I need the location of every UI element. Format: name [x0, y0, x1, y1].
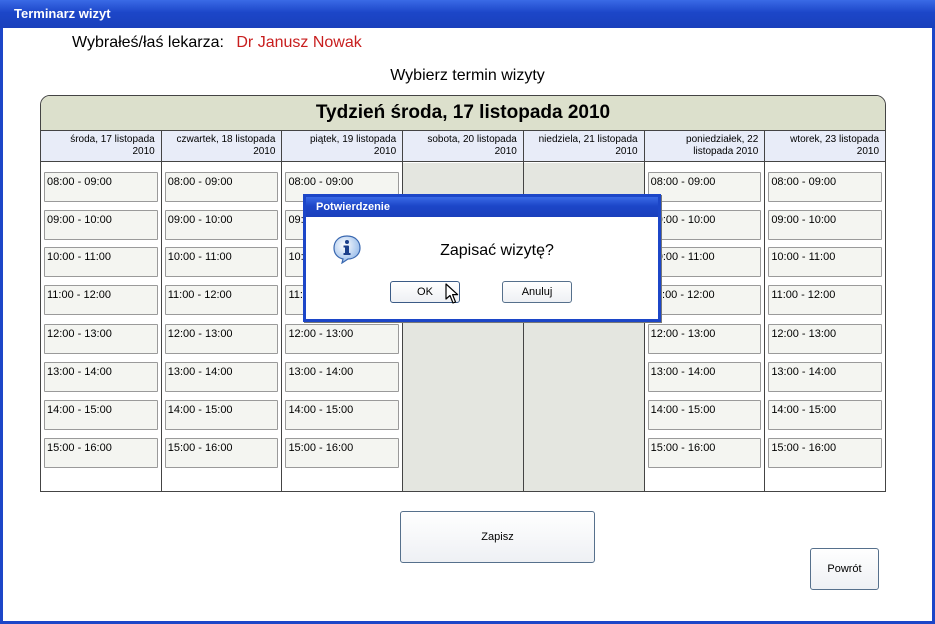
time-slot[interactable]: 13:00 - 14:00: [164, 362, 279, 392]
doctor-name: Dr Janusz Nowak: [236, 34, 362, 51]
time-slot[interactable]: 13:00 - 14:00: [44, 362, 158, 392]
time-slot[interactable]: 08:00 - 09:00: [44, 172, 158, 202]
time-slot[interactable]: 15:00 - 16:00: [768, 438, 883, 468]
day-body: 08:00 - 09:00 09:00 - 10:00 10:00 - 11:00 1…: [41, 163, 161, 491]
day-header: środa, 17 listopada 2010: [41, 131, 161, 162]
day-column: wtorek, 23 listopada 2010 08:00 - 09:00 09…: [765, 131, 885, 491]
time-slot[interactable]: 13:00 - 14:00: [285, 362, 400, 392]
dialog-message: Zapisać wizytę?: [440, 242, 554, 259]
day-header: wtorek, 23 listopada 2010: [765, 131, 885, 162]
time-slot[interactable]: 12:00 - 13:00: [647, 324, 762, 354]
time-slot[interactable]: 11:00 - 12:00: [768, 285, 883, 315]
dialog-title: Potwierdzenie: [306, 197, 658, 217]
time-slot[interactable]: 14:00 - 15:00: [44, 400, 158, 430]
day-header: piątek, 19 listopada 2010: [282, 131, 403, 162]
save-button[interactable]: Zapisz: [400, 511, 595, 563]
week-title: Tydzień środa, 17 listopada 2010: [41, 96, 885, 131]
time-slot[interactable]: 11:00 - 12:00: [44, 285, 158, 315]
time-slot[interactable]: 15:00 - 16:00: [647, 438, 762, 468]
cancel-button[interactable]: Anuluj: [502, 281, 572, 303]
day-header: czwartek, 18 listopada 2010: [161, 131, 282, 162]
day-body: 08:00 - 09:00 09:00 - 10:00 10:00 - 11:00 1…: [162, 163, 282, 491]
doctor-line: Wybrałeś/łaś lekarza: Dr Janusz Nowak: [72, 34, 362, 52]
mouse-cursor-icon: [445, 283, 459, 304]
time-slot[interactable]: 10:00 - 11:00: [647, 247, 762, 277]
time-slot[interactable]: 12:00 - 13:00: [768, 324, 883, 354]
time-slot[interactable]: 09:00 - 10:00: [768, 210, 883, 240]
time-slot[interactable]: 14:00 - 15:00: [768, 400, 883, 430]
time-slot[interactable]: 12:00 - 13:00: [164, 324, 279, 354]
time-slot[interactable]: 14:00 - 15:00: [285, 400, 400, 430]
time-slot[interactable]: 14:00 - 15:00: [647, 400, 762, 430]
time-slot[interactable]: 12:00 - 13:00: [285, 324, 400, 354]
time-slot[interactable]: 13:00 - 14:00: [768, 362, 883, 392]
day-header: poniedziałek, 22 listopada 2010: [644, 131, 765, 162]
time-slot[interactable]: 15:00 - 16:00: [285, 438, 400, 468]
time-slot[interactable]: 15:00 - 16:00: [164, 438, 279, 468]
confirm-dialog: Potwierdzenie Zapisać wizytę? OK Anuluj: [303, 194, 661, 322]
time-slot[interactable]: 08:00 - 09:00: [768, 172, 883, 202]
window-title: Terminarz wizyt: [0, 0, 935, 28]
time-slot[interactable]: 11:00 - 12:00: [647, 285, 762, 315]
day-header: niedziela, 21 listopada 2010: [523, 131, 644, 162]
day-header: sobota, 20 listopada 2010: [403, 131, 523, 162]
time-slot[interactable]: 11:00 - 12:00: [164, 285, 279, 315]
day-column: poniedziałek, 22 listopada 2010 08:00 - 0…: [644, 131, 766, 491]
time-slot[interactable]: 09:00 - 10:00: [164, 210, 279, 240]
doctor-label: Wybrałeś/łaś lekarza:: [72, 34, 224, 51]
time-slot[interactable]: 15:00 - 16:00: [44, 438, 158, 468]
time-slot[interactable]: 09:00 - 10:00: [647, 210, 762, 240]
time-slot[interactable]: 12:00 - 13:00: [44, 324, 158, 354]
time-slot[interactable]: 08:00 - 09:00: [647, 172, 762, 202]
day-body: 08:00 - 09:00 09:00 - 10:00 10:00 - 11:00 1…: [765, 163, 885, 491]
page-subtitle: Wybierz termin wizyty: [390, 67, 545, 84]
time-slot[interactable]: 13:00 - 14:00: [647, 362, 762, 392]
day-column: czwartek, 18 listopada 2010 08:00 - 09:00…: [161, 131, 283, 491]
time-slot[interactable]: 10:00 - 11:00: [44, 247, 158, 277]
time-slot[interactable]: 09:00 - 10:00: [44, 210, 158, 240]
back-button[interactable]: Powrót: [810, 548, 879, 590]
time-slot[interactable]: 10:00 - 11:00: [768, 247, 883, 277]
day-body: 08:00 - 09:00 09:00 - 10:00 10:00 - 11:00 1…: [645, 163, 765, 491]
day-column: środa, 17 listopada 2010 08:00 - 09:00 09:…: [41, 131, 162, 491]
time-slot[interactable]: 14:00 - 15:00: [164, 400, 279, 430]
time-slot[interactable]: 10:00 - 11:00: [164, 247, 279, 277]
time-slot[interactable]: 08:00 - 09:00: [164, 172, 279, 202]
